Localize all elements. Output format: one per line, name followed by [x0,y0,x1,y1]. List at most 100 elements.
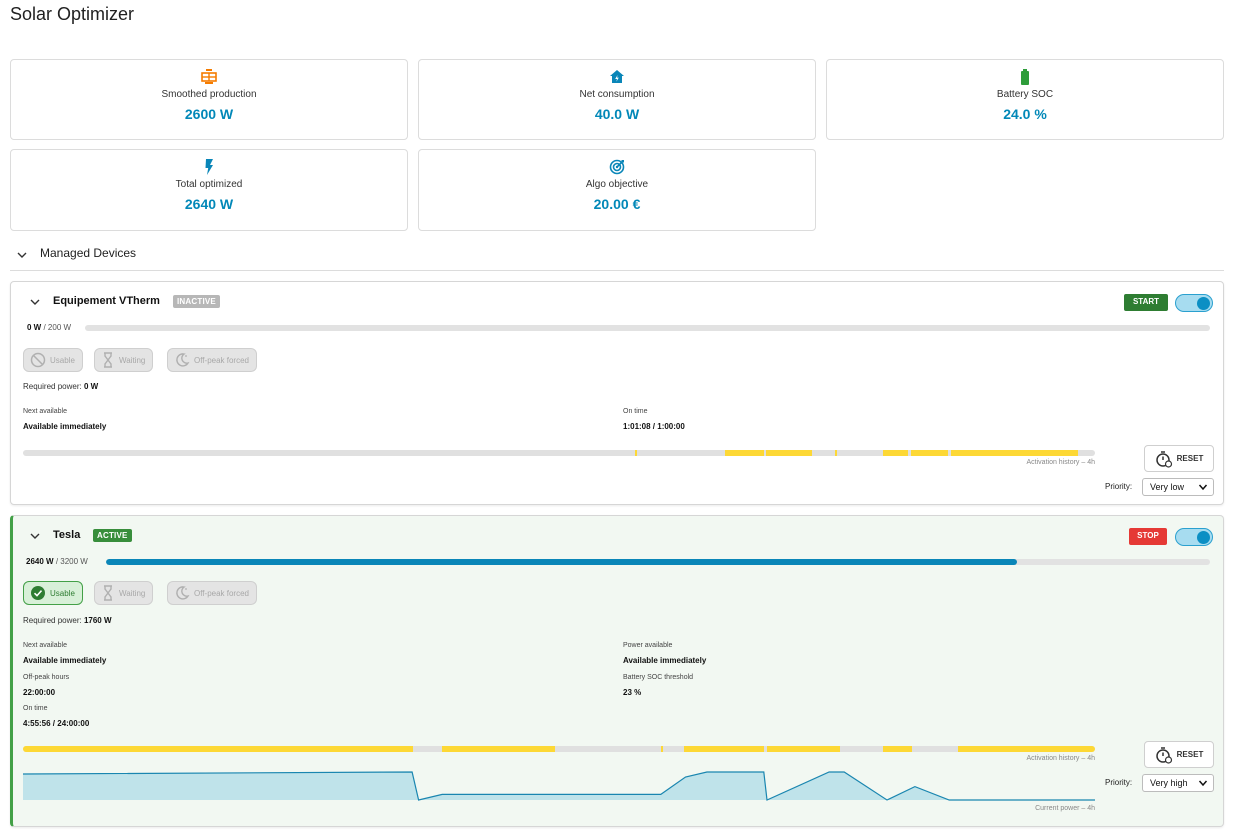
required-power: Required power: 0 W [23,382,98,391]
priority-value: Very high [1150,778,1188,788]
info-value: 22:00:00 [23,688,56,697]
stat-card-smoothed-production: Smoothed production 2600 W [10,59,408,140]
toggle-knob [1197,297,1210,310]
power-max: / 3200 W [55,557,88,566]
current-power-chart [22,771,1095,801]
required-power-value: 1760 W [83,616,112,625]
reset-button[interactable]: RESET [1144,445,1214,472]
history-segment [766,746,840,752]
history-segment [910,450,949,456]
chevron-down-icon[interactable] [29,530,41,542]
power-readout: 0 W / 200 W [27,323,71,332]
required-power-value: 0 W [83,382,99,391]
chip-off-peak-forced[interactable]: Off-peak forced [167,581,257,605]
timer-reset-icon [1155,450,1172,468]
device-card-vtherm: Equipement VTherm INACTIVE START 0 W / 2… [10,281,1224,505]
battery-icon [1021,69,1029,85]
moon-icon [176,353,190,367]
info-value: Available immediately [623,656,707,665]
chevron-down-icon[interactable] [29,296,41,308]
history-segment [725,450,764,456]
stat-value: 40.0 W [594,106,640,122]
chip-usable[interactable]: Usable [23,581,83,605]
home-lightning-icon [610,70,624,83]
history-segment [957,746,1095,752]
priority-select[interactable]: Very low [1142,478,1214,496]
info-value: 4:55:56 / 24:00:00 [23,719,90,728]
priority-select[interactable]: Very high [1142,774,1214,792]
chevron-down-icon [1198,484,1208,491]
check-circle-icon [31,586,45,600]
stat-card-algo-objective: Algo objective 20.00 € [418,149,816,231]
history-segment [635,450,638,456]
priority-label: Priority: [1105,482,1133,491]
history-segment [834,450,837,456]
required-power-label: Required power: [23,382,82,391]
stat-card-net-consumption: Net consumption 40.0 W [418,59,816,140]
info-value: 23 % [623,688,642,697]
info-label: Battery SOC threshold [623,674,694,681]
stat-label: Net consumption [579,89,655,100]
chip-label: Usable [50,588,75,598]
chip-label: Waiting [119,355,146,365]
activation-history-bar [23,746,1095,752]
status-badge: INACTIVE [173,295,220,308]
stat-card-total-optimized: Total optimized 2640 W [10,149,408,231]
reset-label: RESET [1176,454,1204,463]
enable-toggle[interactable] [1175,294,1213,312]
power-current: 2640 W [26,557,54,566]
chip-usable[interactable]: Usable [23,348,83,372]
info-value: 1:01:08 / 1:00:00 [623,422,685,431]
info-label: On time [23,705,48,712]
chip-waiting[interactable]: Waiting [94,581,154,605]
required-power-label: Required power: [23,616,82,625]
history-segment [765,450,812,456]
info-label: Power available [623,642,673,649]
chip-label: Usable [50,355,75,365]
power-bar [106,559,1210,565]
chip-label: Off-peak forced [194,588,249,598]
history-segment [660,746,663,752]
stat-label: Total optimized [175,179,243,190]
priority-label: Priority: [1105,778,1133,787]
page-title: Solar Optimizer [10,4,135,24]
activation-history-caption: Activation history – 4h [1026,755,1095,762]
solar-panel-icon [201,69,217,84]
block-icon [30,352,46,368]
chip-label: Waiting [119,588,146,598]
current-power-caption: Current power – 4h [1035,805,1095,812]
chip-off-peak-forced[interactable]: Off-peak forced [167,348,257,372]
chevron-down-icon [1198,780,1208,787]
stat-value: 2600 W [184,106,234,122]
hourglass-icon [104,585,112,601]
enable-toggle[interactable] [1175,528,1213,546]
chip-waiting[interactable]: Waiting [94,348,154,372]
toggle-knob [1197,531,1210,544]
history-segment [882,450,909,456]
power-current: 0 W [27,323,42,332]
device-name: Tesla [53,529,81,541]
power-bar-fill [106,559,1017,565]
activation-history-bar [23,450,1095,456]
info-label: On time [623,408,648,415]
stat-label: Battery SOC [996,89,1054,100]
required-power: Required power: 1760 W [23,616,112,625]
stop-button[interactable]: STOP [1129,528,1167,545]
reset-label: RESET [1176,750,1204,759]
power-bar [85,325,1210,331]
timer-reset-icon [1155,746,1172,764]
info-label: Off-peak hours [23,674,70,681]
flash-icon [205,159,213,175]
chip-label: Off-peak forced [194,355,249,365]
device-name: Equipement VTherm [53,295,160,307]
history-segment [882,746,912,752]
stat-value: 2640 W [184,196,234,212]
stat-card-battery-soc: Battery SOC 24.0 % [826,59,1224,140]
managed-devices-header[interactable]: Managed Devices [10,240,1224,271]
power-readout: 2640 W / 3200 W [26,557,88,566]
chevron-down-icon[interactable] [16,249,28,261]
target-icon [609,159,625,175]
start-button[interactable]: START [1124,294,1168,311]
reset-button[interactable]: RESET [1144,741,1214,768]
stat-value: 24.0 % [1003,106,1047,122]
